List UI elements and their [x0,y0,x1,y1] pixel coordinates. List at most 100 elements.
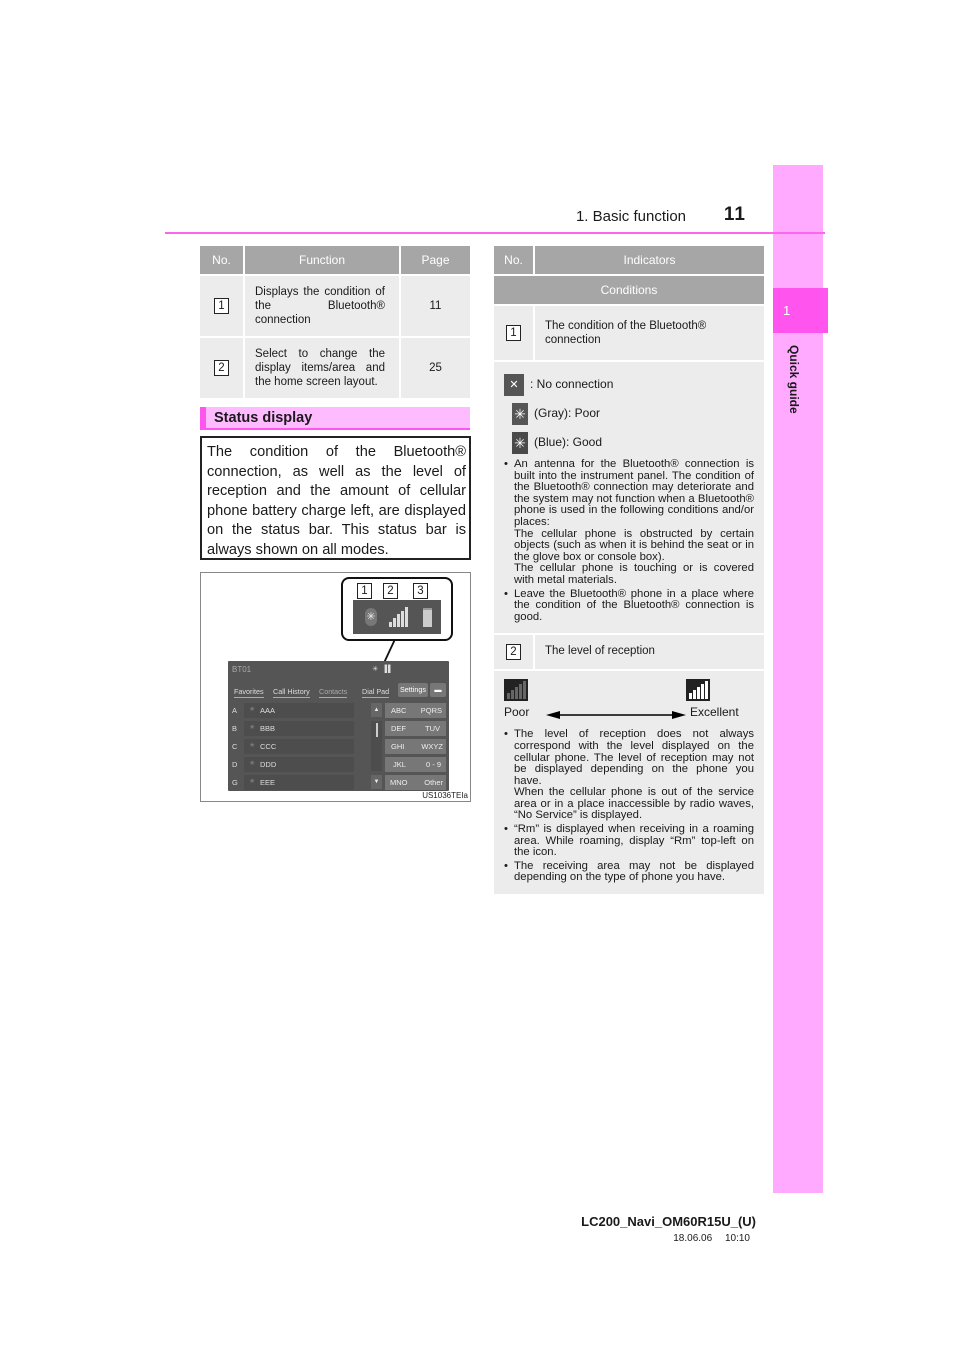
indicator-line: ✳ (Gray): Poor [504,399,754,428]
page-number: 11 [723,204,746,225]
tab-contacts[interactable]: Contacts [319,687,348,698]
key-pqrs[interactable]: PQRS [421,706,442,715]
function-text: Select to change the display items/area … [244,336,401,398]
col-header-no: No. [494,246,535,275]
section-heading: Status display [200,407,470,430]
index-letter: G [232,778,238,787]
bullet-text: An antenna for the Bluetooth® connection… [514,458,754,528]
favorite-star-icon: ★ [249,760,256,767]
keypad-row[interactable]: MNO Other [385,775,446,790]
bluetooth-gray-icon: ✳ [512,402,528,425]
note-bullet: The level of reception does not always c… [504,728,754,822]
indicator-line: ✕ : No connection [504,370,754,399]
table-header-row: No. Function Page [200,246,470,275]
item-number-2: 2 [506,644,521,661]
callout-number-1: 1 [357,583,372,599]
condition-body: ✕ : No connection ✳ (Gray): Poor ✳ (Blue): … [494,359,764,635]
status-icons-panel: ✳ [353,600,441,634]
index-letter: D [232,760,238,769]
scale-high-label: Excellent [690,705,739,720]
figure-code: US1036TEIa [422,791,468,800]
signal-excellent-icon [686,679,710,702]
tab-call-history[interactable]: Call History [273,687,310,698]
no-connection-icon: ✕ [504,373,524,396]
key-mno[interactable]: MNO [390,778,408,787]
contact-row[interactable]: B ★ BBB [230,721,354,736]
col-header-no: No. [200,246,245,275]
contact-row[interactable]: G ★ EEE [230,775,354,790]
scroll-up-button[interactable]: ▲ [371,703,382,717]
document-id: LC200_Navi_OM60R15U_(U) [581,1214,756,1229]
status-display-description: The condition of the Bluetooth® connecti… [200,436,471,560]
key-tuv[interactable]: TUV [425,724,440,733]
key-def[interactable]: DEF [391,724,406,733]
signal-strength-icon [389,607,411,627]
indicator-table: No. Indicators Conditions 1 The conditio… [494,246,764,895]
indicator-line: ✳ (Blue): Good [504,428,754,457]
indicator-label: : No connection [530,376,614,391]
signal-poor-icon [504,679,528,702]
bullet-text: The level of reception does not always c… [514,728,754,787]
indicator-title: The level of reception [534,633,764,671]
page-ref-link[interactable]: 11 [400,274,470,337]
sub-line: The cellular phone is touching or is cov… [514,562,754,586]
key-abc[interactable]: ABC [391,706,406,715]
note-bullet: Leave the Bluetooth® phone in a place wh… [504,588,754,624]
reception-body: Poor Excellent The level of reception do… [494,669,764,895]
keypad-row[interactable]: DEF TUV [385,721,446,736]
contact-row[interactable]: A ★ AAA [230,703,354,718]
page-ref-link[interactable]: 25 [400,336,470,398]
minimize-button[interactable]: ▬ [430,683,446,697]
table-row: 2 The level of reception [494,633,764,671]
note-bullet: An antenna for the Bluetooth® connection… [504,458,754,587]
settings-button[interactable]: Settings [398,683,428,697]
header-rule [165,232,825,234]
table-row: 1 Displays the condition of the Bluetoot… [200,274,470,337]
index-letter: B [232,724,238,733]
scrollbar[interactable] [371,721,382,771]
contact-name: CCC [260,742,277,751]
favorite-star-icon: ★ [249,724,256,731]
table-row: Poor Excellent The level of reception do… [494,669,764,895]
indicator-title: The condition of the Bluetooth® connecti… [534,304,764,361]
index-letter: A [232,706,238,715]
phone-screen: BT01 ✳ ▐▌ Favorites Call History Contact… [228,661,449,791]
tab-favorites[interactable]: Favorites [234,687,264,698]
bluetooth-icon: ✳ [365,608,377,626]
key-other[interactable]: Other [424,778,443,787]
key-ghi[interactable]: GHI [391,742,404,751]
function-table: No. Function Page 1 Displays the conditi… [200,246,470,398]
key-wxyz[interactable]: WXYZ [421,742,443,751]
indicator-label: (Gray): Poor [534,405,601,420]
print-date: 18.06.06 [673,1233,713,1244]
section-title: 1. Basic function [575,208,686,225]
key-0-9[interactable]: 0 - 9 [426,760,441,769]
contact-row[interactable]: D ★ DDD [230,757,354,772]
contact-name: AAA [260,706,276,715]
key-jkl[interactable]: JKL [393,760,406,769]
sub-line: The cellular phone is obstructed by cert… [514,527,754,563]
scale-low-label: Poor [504,705,530,720]
contact-row[interactable]: C ★ CCC [230,739,354,754]
index-letter: C [232,742,238,751]
indicator-label: (Blue): Good [534,434,603,449]
conditions-header-row: Conditions [494,274,764,305]
keypad-row[interactable]: ABC PQRS [385,703,446,718]
favorite-star-icon: ★ [249,706,256,713]
callout-number-3: 3 [413,583,428,599]
scale-arrow-icon [546,711,686,720]
status-bar-callout: 1 2 3 ✳ [341,577,453,661]
keypad-row[interactable]: JKL 0 - 9 [385,757,446,772]
item-number-1: 1 [506,325,521,341]
contact-name: EEE [260,778,276,787]
chapter-label: Quick guide [785,345,805,455]
tab-dial-pad[interactable]: Dial Pad [362,687,390,698]
col-header-page: Page [400,246,470,275]
col-header-indicators: Indicators [534,246,764,275]
contact-name: BBB [260,724,276,733]
reception-scale: Poor Excellent [504,679,754,727]
keypad-row[interactable]: GHI WXYZ [385,739,446,754]
table-header-row: No. Indicators [494,246,764,275]
scroll-down-button[interactable]: ▼ [371,775,382,789]
note-bullet: “Rm” is displayed when receiving in a ro… [504,823,754,859]
